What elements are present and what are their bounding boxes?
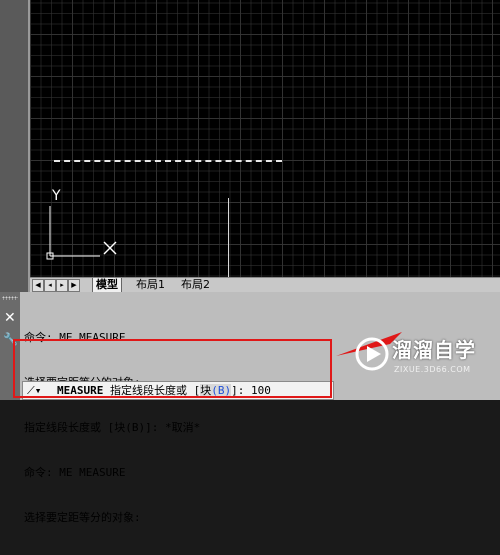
prev-tab-button[interactable]: ◂ bbox=[44, 279, 56, 292]
watermark: 溜溜自学 ZIXUE.3D66.COM bbox=[354, 332, 500, 382]
ucs-icon: Y bbox=[46, 188, 117, 260]
wrench-icon[interactable]: 🔧 bbox=[3, 332, 18, 346]
command-input-line[interactable]: ⟋▾ MEASURE 指定线段长度或 [块(B)]: 100 bbox=[22, 381, 334, 400]
grip-icon[interactable] bbox=[2, 296, 18, 300]
play-logo-icon bbox=[355, 337, 389, 371]
layout-tab-bar: ◀ ◂ ▸ ▶ 模型 布局1 布局2 bbox=[30, 277, 500, 293]
next-tab-button[interactable]: ▸ bbox=[56, 279, 68, 292]
last-tab-button[interactable]: ▶ bbox=[68, 279, 80, 292]
prompt-text-end: ]: bbox=[231, 384, 251, 397]
tab-model[interactable]: 模型 bbox=[92, 278, 122, 293]
command-window-handle[interactable]: ✕ 🔧 bbox=[0, 292, 20, 400]
history-line: 选择要定距等分的对象: bbox=[24, 511, 141, 524]
history-line: 指定线段长度或 [块(B)]: *取消* bbox=[24, 421, 201, 434]
history-line: 命令: ME MEASURE bbox=[24, 331, 126, 344]
close-icon[interactable]: ✕ bbox=[4, 310, 16, 326]
left-toolbar-strip bbox=[0, 0, 30, 292]
prompt-text: 指定线段长度或 [ bbox=[103, 384, 201, 397]
first-tab-button[interactable]: ◀ bbox=[32, 279, 44, 292]
selected-dashed-line[interactable] bbox=[54, 160, 282, 162]
keyword-block-option[interactable]: 块(B) bbox=[200, 384, 232, 397]
history-line: 命令: ME MEASURE bbox=[24, 466, 126, 479]
drawing-canvas[interactable]: Y bbox=[30, 0, 500, 277]
command-name: MEASURE bbox=[57, 384, 104, 397]
command-history: 命令: ME MEASURE 选择要定距等分的对象: 指定线段长度或 [块(B)… bbox=[24, 300, 200, 555]
vertical-line[interactable] bbox=[228, 198, 229, 277]
watermark-subtitle: ZIXUE.3D66.COM bbox=[394, 365, 471, 374]
tab-layout2[interactable]: 布局2 bbox=[178, 278, 213, 292]
measure-tool-icon[interactable]: ⟋▾ bbox=[27, 382, 41, 399]
command-input-value[interactable]: 100 bbox=[251, 384, 271, 397]
tab-layout1[interactable]: 布局1 bbox=[133, 278, 168, 292]
watermark-title: 溜溜自学 bbox=[392, 338, 476, 362]
ucs-y-label: Y bbox=[51, 188, 61, 204]
